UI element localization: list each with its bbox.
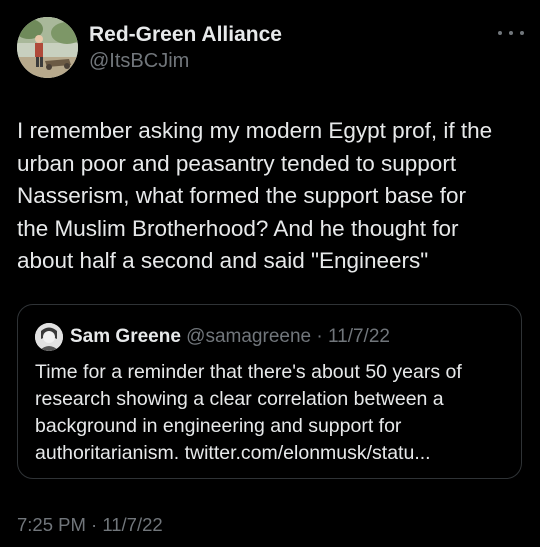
avatar-photo — [17, 17, 78, 78]
author-display-name[interactable]: Red-Green Alliance — [89, 22, 282, 48]
tweet: Red-Green Alliance @ItsBCJim I remember … — [0, 0, 540, 547]
tweet-text: I remember asking my modern Egypt prof, … — [17, 118, 493, 273]
quoted-avatar-photo — [35, 323, 63, 351]
author-avatar[interactable] — [17, 17, 78, 78]
more-dot — [509, 31, 513, 35]
quoted-author-avatar — [35, 323, 63, 351]
more-horizontal-icon[interactable] — [498, 26, 524, 40]
author-block: Red-Green Alliance @ItsBCJim — [89, 22, 282, 74]
quoted-handle-date: @samagreene · 11/7/22 — [180, 326, 390, 347]
more-dot — [498, 31, 502, 35]
tweet-timestamp[interactable]: 7:25 PM · 11/7/22 — [17, 513, 163, 537]
more-dot — [520, 31, 524, 35]
quoted-text: Time for a reminder that there's about 5… — [35, 361, 462, 464]
quoted-tweet[interactable]: Sam Greene @samagreene · 11/7/22 Time fo… — [17, 304, 522, 479]
quoted-display-name: Sam Greene — [70, 326, 181, 347]
author-handle[interactable]: @ItsBCJim — [89, 48, 282, 74]
quoted-header: Sam Greene @samagreene · 11/7/22 — [70, 324, 390, 350]
